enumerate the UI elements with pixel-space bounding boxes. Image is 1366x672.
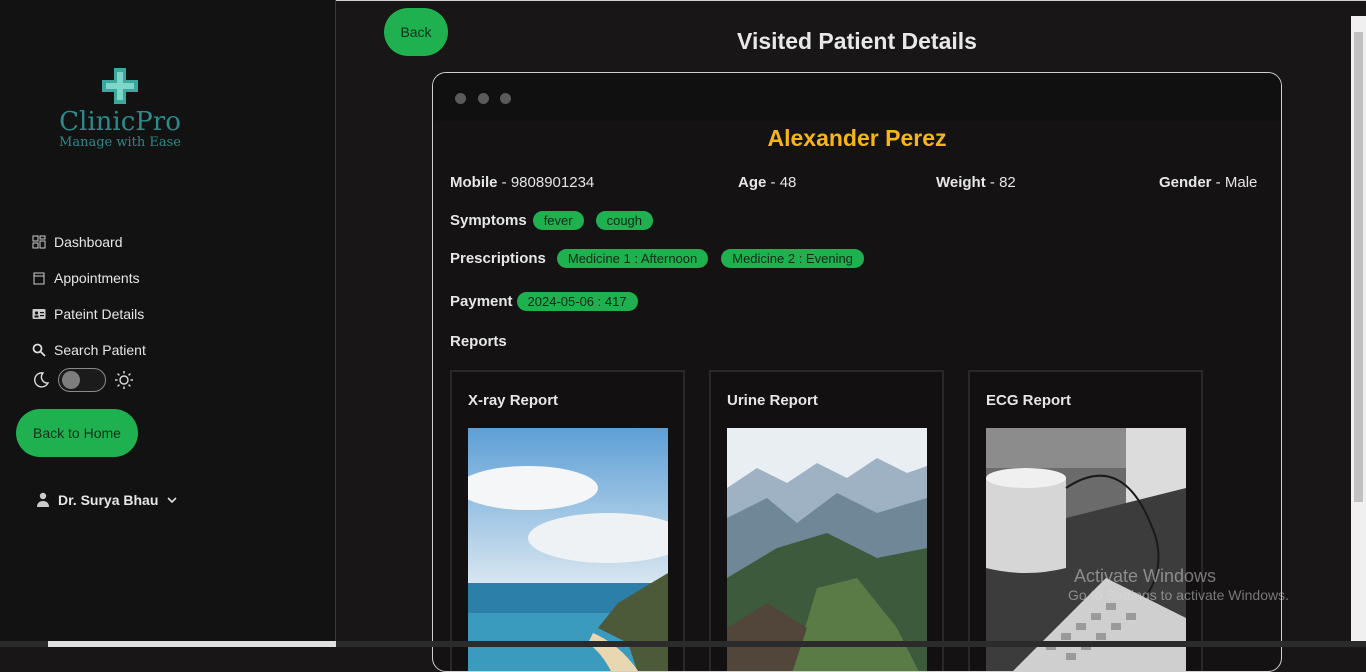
prescriptions-label: Prescriptions: [450, 250, 546, 267]
clinicpro-logo: ClinicPro Manage with Ease: [50, 66, 190, 150]
report-card-xray[interactable]: X-ray Report: [450, 370, 685, 671]
sidebar-item-patient-details[interactable]: Pateint Details: [32, 296, 146, 332]
report-card-ecg[interactable]: ECG Report: [968, 370, 1203, 671]
sidebar-item-label: Pateint Details: [54, 306, 145, 322]
prescription-chip: Medicine 2 : Evening: [721, 249, 864, 268]
chevron-down-icon: [167, 497, 177, 504]
payment-row: Payment 2024-05-06 : 417: [450, 292, 638, 311]
prescription-chip: Medicine 1 : Afternoon: [556, 249, 709, 268]
calendar-icon: [33, 272, 45, 285]
sidebar: ClinicPro Manage with Ease Dashboard App…: [0, 0, 336, 647]
scrollbar-thumb[interactable]: [1354, 32, 1363, 502]
sidebar-item-appointments[interactable]: Appointments: [32, 260, 146, 296]
patient-age: Age - 48: [738, 174, 797, 191]
reports-heading: Reports: [450, 333, 507, 350]
taskbar-item: [48, 641, 336, 647]
sidebar-item-label: Appointments: [54, 270, 140, 286]
page-title: Visited Patient Details: [737, 28, 977, 54]
dashboard-icon: [32, 235, 46, 249]
payment-label: Payment: [450, 293, 513, 310]
brand-name: ClinicPro: [59, 107, 181, 137]
symptom-chip: fever: [532, 211, 584, 230]
sidebar-item-search-patient[interactable]: Search Patient: [32, 332, 146, 368]
report-title: ECG Report: [986, 392, 1072, 409]
watermark-title: Activate Windows: [1074, 566, 1217, 586]
toggle-knob: [62, 371, 80, 389]
symptoms-row: Symptoms fever cough: [450, 211, 654, 230]
symptoms-label: Symptoms: [450, 212, 527, 229]
report-image: [468, 428, 668, 671]
payment-chip: 2024-05-06 : 417: [516, 292, 638, 311]
user-menu[interactable]: Dr. Surya Bhau: [36, 492, 186, 508]
moon-icon: [34, 372, 50, 388]
user-name: Dr. Surya Bhau: [58, 492, 159, 508]
symptom-chip: cough: [595, 211, 654, 230]
patient-mobile: Mobile - 9808901234: [450, 174, 595, 191]
prescriptions-row: Prescriptions Medicine 1 : Afternoon Med…: [450, 249, 864, 268]
brand-tagline: Manage with Ease: [59, 135, 181, 150]
id-card-icon: [32, 309, 46, 319]
taskbar-strip: [0, 641, 1366, 647]
report-image: [986, 428, 1186, 671]
report-title: Urine Report: [727, 392, 818, 409]
patient-name: Alexander Perez: [767, 125, 947, 151]
patient-gender: Gender - Male: [1159, 174, 1258, 191]
report-image: [727, 428, 927, 671]
sidebar-nav: Dashboard Appointments Pateint Details S…: [32, 224, 146, 368]
patient-weight: Weight - 82: [936, 174, 1016, 191]
back-to-home-button[interactable]: Back to Home: [16, 409, 138, 457]
theme-toggle[interactable]: [58, 368, 106, 392]
windows-activation-watermark: Activate Windows Go to Settings to activ…: [1068, 566, 1289, 603]
card-header: [433, 73, 1281, 121]
window-dot: [455, 93, 466, 104]
medical-cross-icon: [102, 68, 138, 104]
report-title: X-ray Report: [468, 392, 559, 409]
sidebar-item-dashboard[interactable]: Dashboard: [32, 224, 146, 260]
back-button[interactable]: Back: [384, 8, 448, 56]
sidebar-item-label: Dashboard: [54, 234, 123, 250]
theme-switcher: [32, 368, 134, 392]
sun-icon: [115, 371, 133, 389]
page-scrollbar[interactable]: [1351, 16, 1366, 647]
window-dot: [478, 93, 489, 104]
report-card-urine[interactable]: Urine Report: [709, 370, 944, 671]
search-icon: [32, 343, 46, 357]
sidebar-item-label: Search Patient: [54, 342, 146, 358]
watermark-subtitle: Go to Settings to activate Windows.: [1068, 587, 1289, 603]
user-icon: [37, 492, 49, 507]
window-dot: [500, 93, 511, 104]
